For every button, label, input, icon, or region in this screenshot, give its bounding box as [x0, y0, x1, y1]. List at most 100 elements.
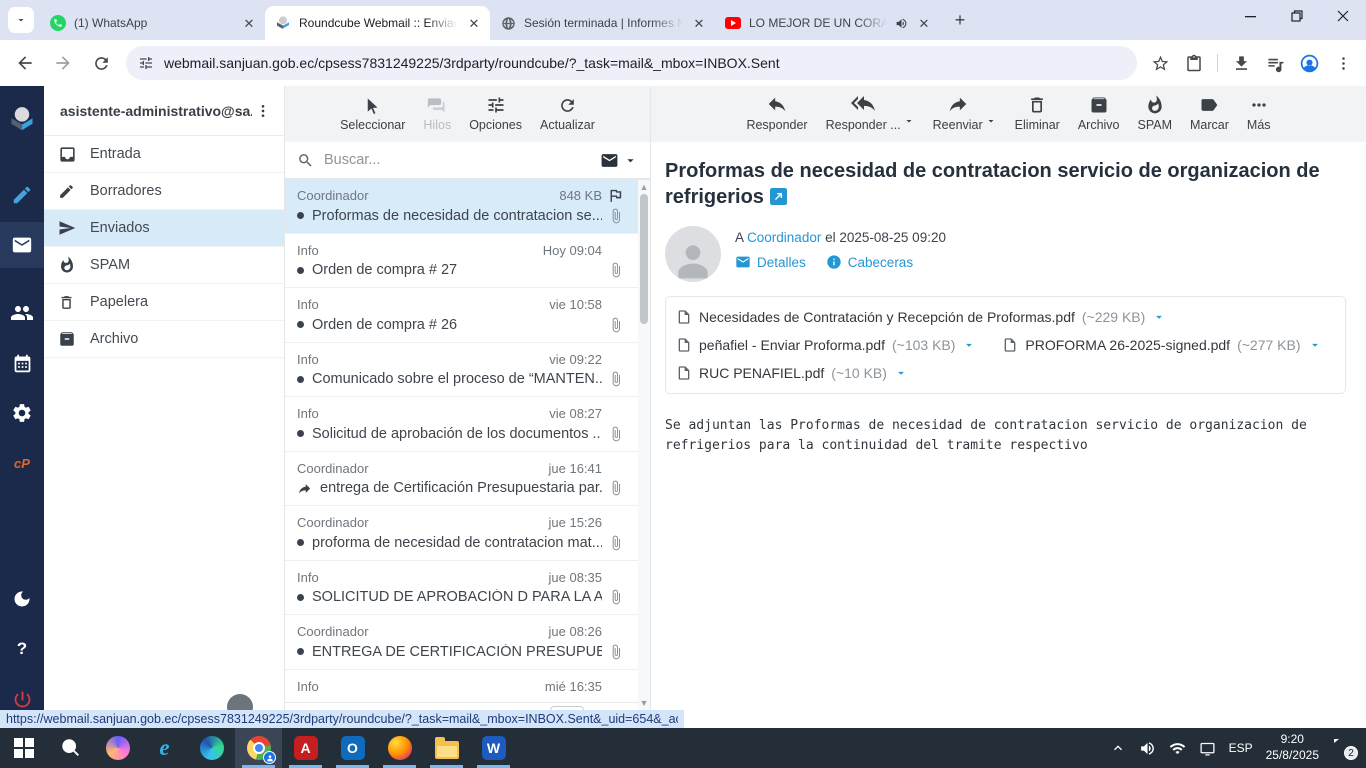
clock[interactable]: 9:20 25/8/2025 — [1266, 732, 1319, 763]
scroll-up-icon[interactable]: ▲ — [638, 182, 650, 192]
scroll-down-icon[interactable]: ▼ — [638, 698, 650, 708]
site-settings-icon[interactable] — [138, 55, 154, 71]
downloads-icon[interactable] — [1226, 48, 1256, 78]
attachment-item[interactable]: peñafiel - Enviar Proforma.pdf (~103 KB) — [676, 331, 976, 359]
reply-button[interactable]: Responder — [746, 93, 808, 132]
new-tab-button[interactable]: + — [946, 6, 974, 34]
folder-spam[interactable]: SPAM — [44, 247, 284, 284]
attachment-menu-icon[interactable] — [1308, 338, 1322, 352]
folder-entrada[interactable]: Entrada — [44, 136, 284, 173]
headers-button[interactable]: Cabeceras — [826, 254, 913, 270]
folder-archivo[interactable]: Archivo — [44, 321, 284, 358]
taskbar-search-button[interactable] — [47, 728, 94, 768]
notifications-button[interactable]: 2 — [1332, 739, 1358, 760]
reply-all-button[interactable]: Responder ... — [826, 93, 901, 132]
tab-close-icon[interactable]: ✕ — [916, 15, 932, 31]
folder-papelera[interactable]: Papelera — [44, 284, 284, 321]
word-button[interactable]: W — [470, 728, 517, 768]
reload-button[interactable] — [84, 46, 118, 80]
message-list-row[interactable]: Info jue 08:35 SOLICITUD DE APROBACIÓN D… — [285, 561, 650, 615]
attachment-name[interactable]: PROFORMA 26-2025-signed.pdf — [1025, 337, 1230, 353]
attachment-menu-icon[interactable] — [962, 338, 976, 352]
minimize-button[interactable] — [1228, 0, 1274, 32]
archive-button[interactable]: Archivo — [1078, 93, 1120, 132]
attachment-item[interactable]: PROFORMA 26-2025-signed.pdf (~277 KB) — [1002, 331, 1321, 359]
recipient-link[interactable]: Coordinador — [747, 230, 821, 245]
attachment-item[interactable]: RUC PENAFIEL.pdf (~10 KB) — [676, 359, 908, 387]
internet-explorer-button[interactable]: e — [141, 728, 188, 768]
bookmark-star-icon[interactable] — [1145, 48, 1175, 78]
calendar-nav-button[interactable] — [0, 340, 44, 386]
details-button[interactable]: Detalles — [735, 254, 806, 270]
volume-icon[interactable] — [1139, 740, 1156, 757]
outlook-button[interactable]: O — [329, 728, 376, 768]
mail-nav-button[interactable] — [0, 222, 44, 268]
tab-whatsapp[interactable]: (1) WhatsApp ✕ — [40, 6, 265, 40]
message-list-row[interactable]: Coordinador jue 16:41 entrega de Certifi… — [285, 452, 650, 506]
firefox-button[interactable] — [376, 728, 423, 768]
attachment-name[interactable]: peñafiel - Enviar Proforma.pdf — [699, 337, 885, 353]
message-list-row[interactable]: Coordinador 848 KB Proformas de necesida… — [285, 179, 650, 234]
edge-button[interactable] — [188, 728, 235, 768]
tab-close-icon[interactable]: ✕ — [691, 15, 707, 31]
reply-all-caret-icon[interactable] — [903, 115, 915, 127]
flag-icon[interactable] — [607, 187, 624, 204]
restore-button[interactable] — [1274, 0, 1320, 32]
search-scope-button[interactable] — [600, 151, 638, 170]
search-input[interactable] — [324, 152, 590, 168]
list-scrollbar[interactable]: ▲ ▼ — [638, 180, 650, 728]
profile-avatar-icon[interactable] — [1294, 48, 1324, 78]
select-button[interactable]: Seleccionar — [340, 93, 405, 132]
folder-borradores[interactable]: Borradores — [44, 173, 284, 210]
options-button[interactable]: Opciones — [469, 93, 522, 132]
open-in-new-icon[interactable] — [769, 186, 787, 212]
more-button[interactable]: Más — [1247, 93, 1271, 132]
tray-expand-icon[interactable] — [1110, 740, 1126, 756]
tab-close-icon[interactable]: ✕ — [241, 15, 257, 31]
message-list-row[interactable]: Coordinador jue 15:26 proforma de necesi… — [285, 506, 650, 561]
extension-icon[interactable] — [1179, 48, 1209, 78]
refresh-button[interactable]: Actualizar — [540, 93, 595, 132]
tab-roundcube[interactable]: Roundcube Webmail :: Enviados ✕ — [265, 6, 490, 40]
forward-button[interactable] — [46, 46, 80, 80]
message-list-row[interactable]: Info Hoy 09:04 Orden de compra # 27 — [285, 234, 650, 288]
back-button[interactable] — [8, 46, 42, 80]
message-list-row[interactable]: Info vie 08:27 Solicitud de aprobación d… — [285, 397, 650, 452]
message-list-row[interactable]: Coordinador jue 08:26 ENTREGA DE CERTIFI… — [285, 615, 650, 670]
attachment-name[interactable]: RUC PENAFIEL.pdf — [699, 365, 824, 381]
acrobat-button[interactable]: A — [282, 728, 329, 768]
address-bar[interactable]: webmail.sanjuan.gob.ec/cpsess7831249225/… — [126, 46, 1137, 80]
spam-button[interactable]: SPAM — [1138, 93, 1172, 132]
display-icon[interactable] — [1199, 740, 1216, 757]
dark-mode-icon[interactable] — [0, 576, 44, 622]
language-indicator[interactable]: ESP — [1229, 741, 1253, 755]
copilot-button[interactable] — [94, 728, 141, 768]
folder-enviados[interactable]: Enviados — [44, 210, 284, 247]
attachment-menu-icon[interactable] — [894, 366, 908, 380]
account-menu-icon[interactable] — [252, 103, 274, 119]
file-explorer-button[interactable] — [423, 728, 470, 768]
tab-youtube[interactable]: LO MEJOR DE UN CORAZÓ ✕ — [715, 6, 940, 40]
tab-search-button[interactable] — [8, 7, 34, 33]
attachment-name[interactable]: Necesidades de Contratación y Recepción … — [699, 309, 1075, 325]
close-button[interactable] — [1320, 0, 1366, 32]
settings-nav-button[interactable] — [0, 390, 44, 436]
wifi-icon[interactable] — [1169, 740, 1186, 757]
scroll-thumb[interactable] — [640, 194, 648, 324]
forward-caret-icon[interactable] — [985, 115, 997, 127]
forward-button[interactable]: Reenviar — [933, 93, 983, 132]
delete-button[interactable]: Eliminar — [1015, 93, 1060, 132]
tab-close-icon[interactable]: ✕ — [466, 15, 482, 31]
browser-menu-icon[interactable] — [1328, 48, 1358, 78]
attachment-menu-icon[interactable] — [1152, 310, 1166, 324]
media-controls-icon[interactable] — [1260, 48, 1290, 78]
cpanel-icon[interactable]: cP — [0, 440, 44, 486]
attachment-item[interactable]: Necesidades de Contratación y Recepción … — [676, 303, 1166, 331]
threads-button[interactable]: Hilos — [423, 93, 451, 132]
help-icon[interactable]: ? — [0, 626, 44, 672]
message-list-row[interactable]: Info vie 09:22 Comunicado sobre el proce… — [285, 343, 650, 397]
mark-button[interactable]: Marcar — [1190, 93, 1229, 132]
tab-session[interactable]: Sesión terminada | Informes Me ✕ — [490, 6, 715, 40]
start-button[interactable] — [0, 728, 47, 768]
chrome-button[interactable] — [235, 728, 282, 768]
